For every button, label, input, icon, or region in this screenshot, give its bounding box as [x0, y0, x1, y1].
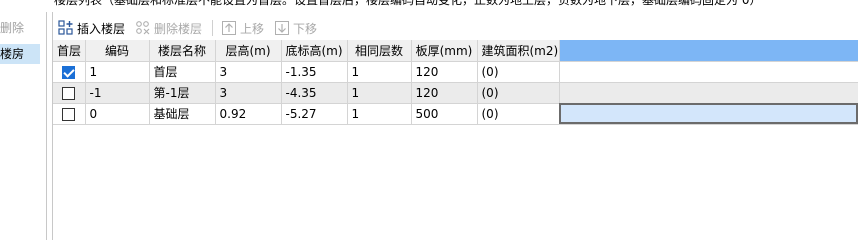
slab-thickness-cell[interactable]: 120	[411, 82, 478, 104]
code-cell[interactable]: 1	[85, 61, 150, 83]
floor-name-cell[interactable]: 第-1层	[149, 82, 216, 104]
floor-list-header: 楼层列表（基础层和标准层不能设置为首层。设置首层后，楼层编码自动变化，正数为地上…	[54, 0, 762, 7]
arrow-down-icon	[274, 20, 290, 36]
floor-settings-window: 删除 楼房 楼层列表（基础层和标准层不能设置为首层。设置首层后，楼层编码自动变化…	[0, 0, 858, 240]
first-floor-checkbox[interactable]	[62, 107, 76, 121]
floor-name-cell[interactable]: 基础层	[149, 103, 216, 125]
delete-floor-button[interactable]: 删除楼层	[131, 17, 208, 39]
move-up-button[interactable]: 上移	[217, 17, 270, 39]
divider	[46, 12, 47, 240]
selected-cell[interactable]	[559, 103, 858, 125]
bottom-elevation-cell[interactable]: -4.35	[281, 82, 348, 104]
same-floors-cell[interactable]: 1	[347, 82, 412, 104]
building-area-cell: (0)	[477, 82, 560, 104]
same-floors-cell[interactable]: 1	[347, 103, 412, 125]
first-floor-cell[interactable]	[53, 61, 86, 83]
delete-floor-label: 删除楼层	[154, 21, 203, 36]
table-row[interactable]: 0 基础层 0.92 -5.27 1 500 (0)	[53, 103, 858, 125]
column-header-bottom-elevation[interactable]: 底标高(m)	[281, 40, 348, 62]
column-header-building-area[interactable]: 建筑面积(m2)	[477, 40, 560, 62]
floor-name-cell[interactable]: 首层	[149, 61, 216, 83]
insert-floor-button[interactable]: 插入楼层	[54, 17, 131, 39]
code-cell[interactable]: 0	[85, 103, 150, 125]
slab-thickness-cell[interactable]: 500	[411, 103, 478, 125]
column-header-first-floor[interactable]: 首层	[53, 40, 86, 62]
floor-height-cell[interactable]: 3	[215, 61, 282, 83]
left-panel: 删除 楼房	[0, 0, 52, 240]
toolbar-separator	[212, 20, 214, 36]
first-floor-cell[interactable]	[53, 82, 86, 104]
first-floor-cell[interactable]	[53, 103, 86, 125]
row-filler	[559, 61, 858, 83]
insert-floor-icon	[58, 20, 74, 36]
delete-floor-icon	[135, 20, 151, 36]
floor-height-cell[interactable]: 3	[215, 82, 282, 104]
table-row[interactable]: -1 第-1层 3 -4.35 1 120 (0)	[53, 82, 858, 104]
first-floor-checkbox[interactable]	[62, 86, 76, 100]
building-area-cell: (0)	[477, 61, 560, 83]
first-floor-checkbox[interactable]	[62, 65, 76, 79]
column-header-same-floors[interactable]: 相同层数	[347, 40, 412, 62]
bottom-elevation-cell[interactable]: -1.35	[281, 61, 348, 83]
toolbar: 插入楼层 删除楼层 上移 下移	[54, 16, 323, 40]
slab-thickness-cell[interactable]: 120	[411, 61, 478, 83]
move-down-label: 下移	[293, 21, 318, 36]
table-row[interactable]: 1 首层 3 -1.35 1 120 (0)	[53, 61, 858, 83]
same-floors-cell[interactable]: 1	[347, 61, 412, 83]
column-header-floor-height[interactable]: 层高(m)	[215, 40, 282, 62]
insert-floor-label: 插入楼层	[77, 21, 126, 36]
bottom-elevation-cell[interactable]: -5.27	[281, 103, 348, 125]
move-up-label: 上移	[240, 21, 265, 36]
table-header-row: 首层 编码 楼层名称 层高(m) 底标高(m) 相同层数 板厚(mm) 建筑面积…	[53, 40, 858, 62]
code-cell[interactable]: -1	[85, 82, 150, 104]
row-filler	[559, 82, 858, 104]
column-header-floor-name[interactable]: 楼层名称	[149, 40, 216, 62]
left-delete-button[interactable]: 删除	[0, 16, 46, 40]
floor-height-cell[interactable]: 0.92	[215, 103, 282, 125]
arrow-up-icon	[221, 20, 237, 36]
building-area-cell: (0)	[477, 103, 560, 125]
left-list-item[interactable]: 楼房	[0, 44, 40, 64]
column-header-slab-thickness[interactable]: 板厚(mm)	[411, 40, 478, 62]
column-header-code[interactable]: 编码	[85, 40, 150, 62]
move-down-button[interactable]: 下移	[270, 17, 323, 39]
floor-table: 首层 编码 楼层名称 层高(m) 底标高(m) 相同层数 板厚(mm) 建筑面积…	[53, 40, 858, 125]
column-header-filler	[559, 40, 858, 62]
